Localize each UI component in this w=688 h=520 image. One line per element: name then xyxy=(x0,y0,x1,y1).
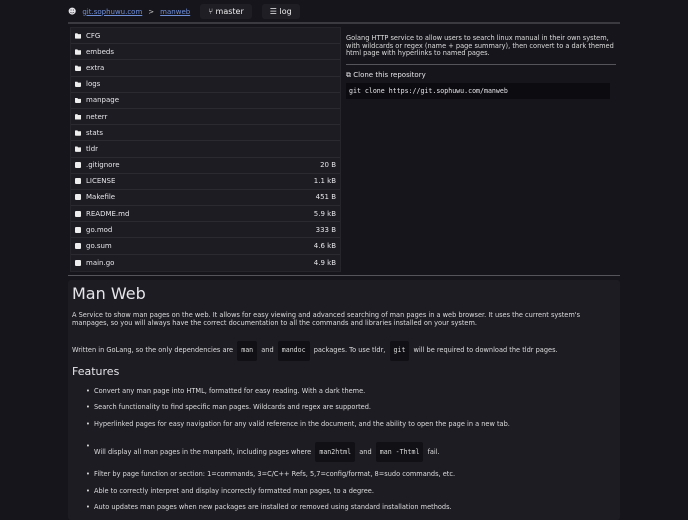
file-icon xyxy=(75,178,81,185)
branch-button[interactable]: ⑂ master xyxy=(200,4,252,19)
folder-icon xyxy=(75,65,81,71)
file-size: 333 B xyxy=(315,225,336,234)
header: ☻ git.sophuwu.com > manweb ⑂ master ☰ lo… xyxy=(68,3,300,20)
file-name: embeds xyxy=(86,47,114,56)
breadcrumb-separator: > xyxy=(148,7,155,16)
file-name: go.sum xyxy=(86,242,112,251)
file-row[interactable]: tldr xyxy=(71,141,340,158)
file-row[interactable]: logs xyxy=(71,77,340,93)
list-item: Auto updates man pages when new packages… xyxy=(86,503,616,511)
text: and xyxy=(359,447,372,456)
file-name: main.go xyxy=(86,258,115,267)
file-icon xyxy=(75,162,81,169)
file-name: tldr xyxy=(86,144,99,153)
file-row[interactable]: Makefile 451 B xyxy=(71,190,340,207)
divider xyxy=(68,275,620,276)
file-name: neterr xyxy=(86,112,108,121)
clone-label: Clone this repository xyxy=(353,70,426,79)
divider xyxy=(346,63,616,65)
folder-icon xyxy=(75,49,81,55)
file-icon xyxy=(75,210,81,217)
code: man -Thtml xyxy=(375,441,424,462)
features-heading: Features xyxy=(72,364,120,378)
file-row[interactable]: manpage xyxy=(71,93,340,109)
code: man xyxy=(237,341,258,361)
repo-description: Golang HTTP service to allow users to se… xyxy=(346,34,614,58)
file-row[interactable]: go.mod 333 B xyxy=(71,222,340,239)
text: packages. To use tldr, xyxy=(313,346,386,355)
folder-icon xyxy=(75,114,81,120)
repo-info: Golang HTTP service to allow users to se… xyxy=(346,34,616,99)
branch-label: master xyxy=(215,7,244,16)
list-item: Hyperlinked pages for easy navigation fo… xyxy=(86,420,616,428)
file-name: go.mod xyxy=(86,225,113,234)
file-name: Makefile xyxy=(86,193,116,202)
file-list: CFG embeds extra logs manpage neterr stats tldr… xyxy=(70,27,341,272)
divider xyxy=(68,22,620,24)
file-row[interactable]: embeds xyxy=(71,44,340,61)
readme-deps: Written in GoLang, so the only dependenc… xyxy=(72,341,616,361)
file-name: manpage xyxy=(86,96,120,105)
file-size: 451 B xyxy=(315,193,336,202)
folder-icon xyxy=(75,97,81,104)
file-name: LICENSE xyxy=(86,177,116,186)
file-name: README.md xyxy=(86,209,130,218)
code: mandoc xyxy=(277,341,310,361)
readme: Man Web A Service to show man pages on t… xyxy=(68,280,620,520)
list-item: Search functionality to find specific ma… xyxy=(86,403,616,411)
file-row[interactable]: neterr xyxy=(71,109,340,126)
folder-icon xyxy=(75,130,81,136)
text: will be required to download the tldr pa… xyxy=(413,346,558,355)
repo-link[interactable]: manweb xyxy=(160,8,190,16)
file-name: CFG xyxy=(86,31,101,40)
file-row[interactable]: extra xyxy=(71,60,340,77)
text: Written in GoLang, so the only dependenc… xyxy=(72,346,234,355)
file-size: 1.1 kB xyxy=(313,177,336,186)
file-row[interactable]: .gitignore 20 B xyxy=(71,158,340,174)
text: and xyxy=(261,346,274,355)
file-icon xyxy=(75,226,81,233)
file-name: extra xyxy=(86,63,105,72)
list-item: Able to correctly interpret and display … xyxy=(86,487,616,495)
readme-intro: A Service to show man pages on the web. … xyxy=(72,311,581,327)
features-list: Convert any man page into HTML, formatte… xyxy=(72,387,616,512)
logo-icon: ☻ xyxy=(68,7,77,16)
branch-icon: ⑂ xyxy=(208,7,216,16)
file-row[interactable]: main.go 4.9 kB xyxy=(71,255,340,271)
file-row[interactable]: stats xyxy=(71,125,340,142)
code: man2html xyxy=(315,441,356,462)
file-size: 20 B xyxy=(320,161,336,170)
code: git xyxy=(389,341,410,361)
file-size: 4.6 kB xyxy=(313,242,336,251)
text: fail. xyxy=(427,447,440,456)
file-row[interactable]: README.md 5.9 kB xyxy=(71,206,340,223)
list-item: Convert any man page into HTML, formatte… xyxy=(86,387,616,395)
list-item: Will display all man pages in the manpat… xyxy=(86,441,616,462)
file-size: 5.9 kB xyxy=(313,209,336,218)
list-item: Filter by page function or section: 1=co… xyxy=(86,470,616,478)
file-size: 4.9 kB xyxy=(313,258,336,267)
log-button[interactable]: ☰ log xyxy=(261,4,300,19)
folder-icon xyxy=(75,146,81,152)
file-row[interactable]: go.sum 4.6 kB xyxy=(71,238,340,255)
text: Will display all man pages in the manpat… xyxy=(94,447,312,456)
readme-title: Man Web xyxy=(72,284,146,303)
folder-icon xyxy=(75,81,81,88)
file-icon xyxy=(75,243,81,250)
file-icon xyxy=(75,259,81,266)
folder-icon xyxy=(75,33,81,39)
file-name: logs xyxy=(86,80,101,89)
host-link[interactable]: git.sophuwu.com xyxy=(82,8,142,16)
file-name: stats xyxy=(86,128,104,137)
file-row[interactable]: LICENSE 1.1 kB xyxy=(71,174,340,190)
log-label: log xyxy=(279,7,292,16)
clone-command[interactable]: git clone https://git.sophuwu.com/manweb xyxy=(346,82,610,99)
file-row[interactable]: CFG xyxy=(71,28,340,45)
file-icon xyxy=(75,194,81,201)
file-name: .gitignore xyxy=(86,161,120,170)
